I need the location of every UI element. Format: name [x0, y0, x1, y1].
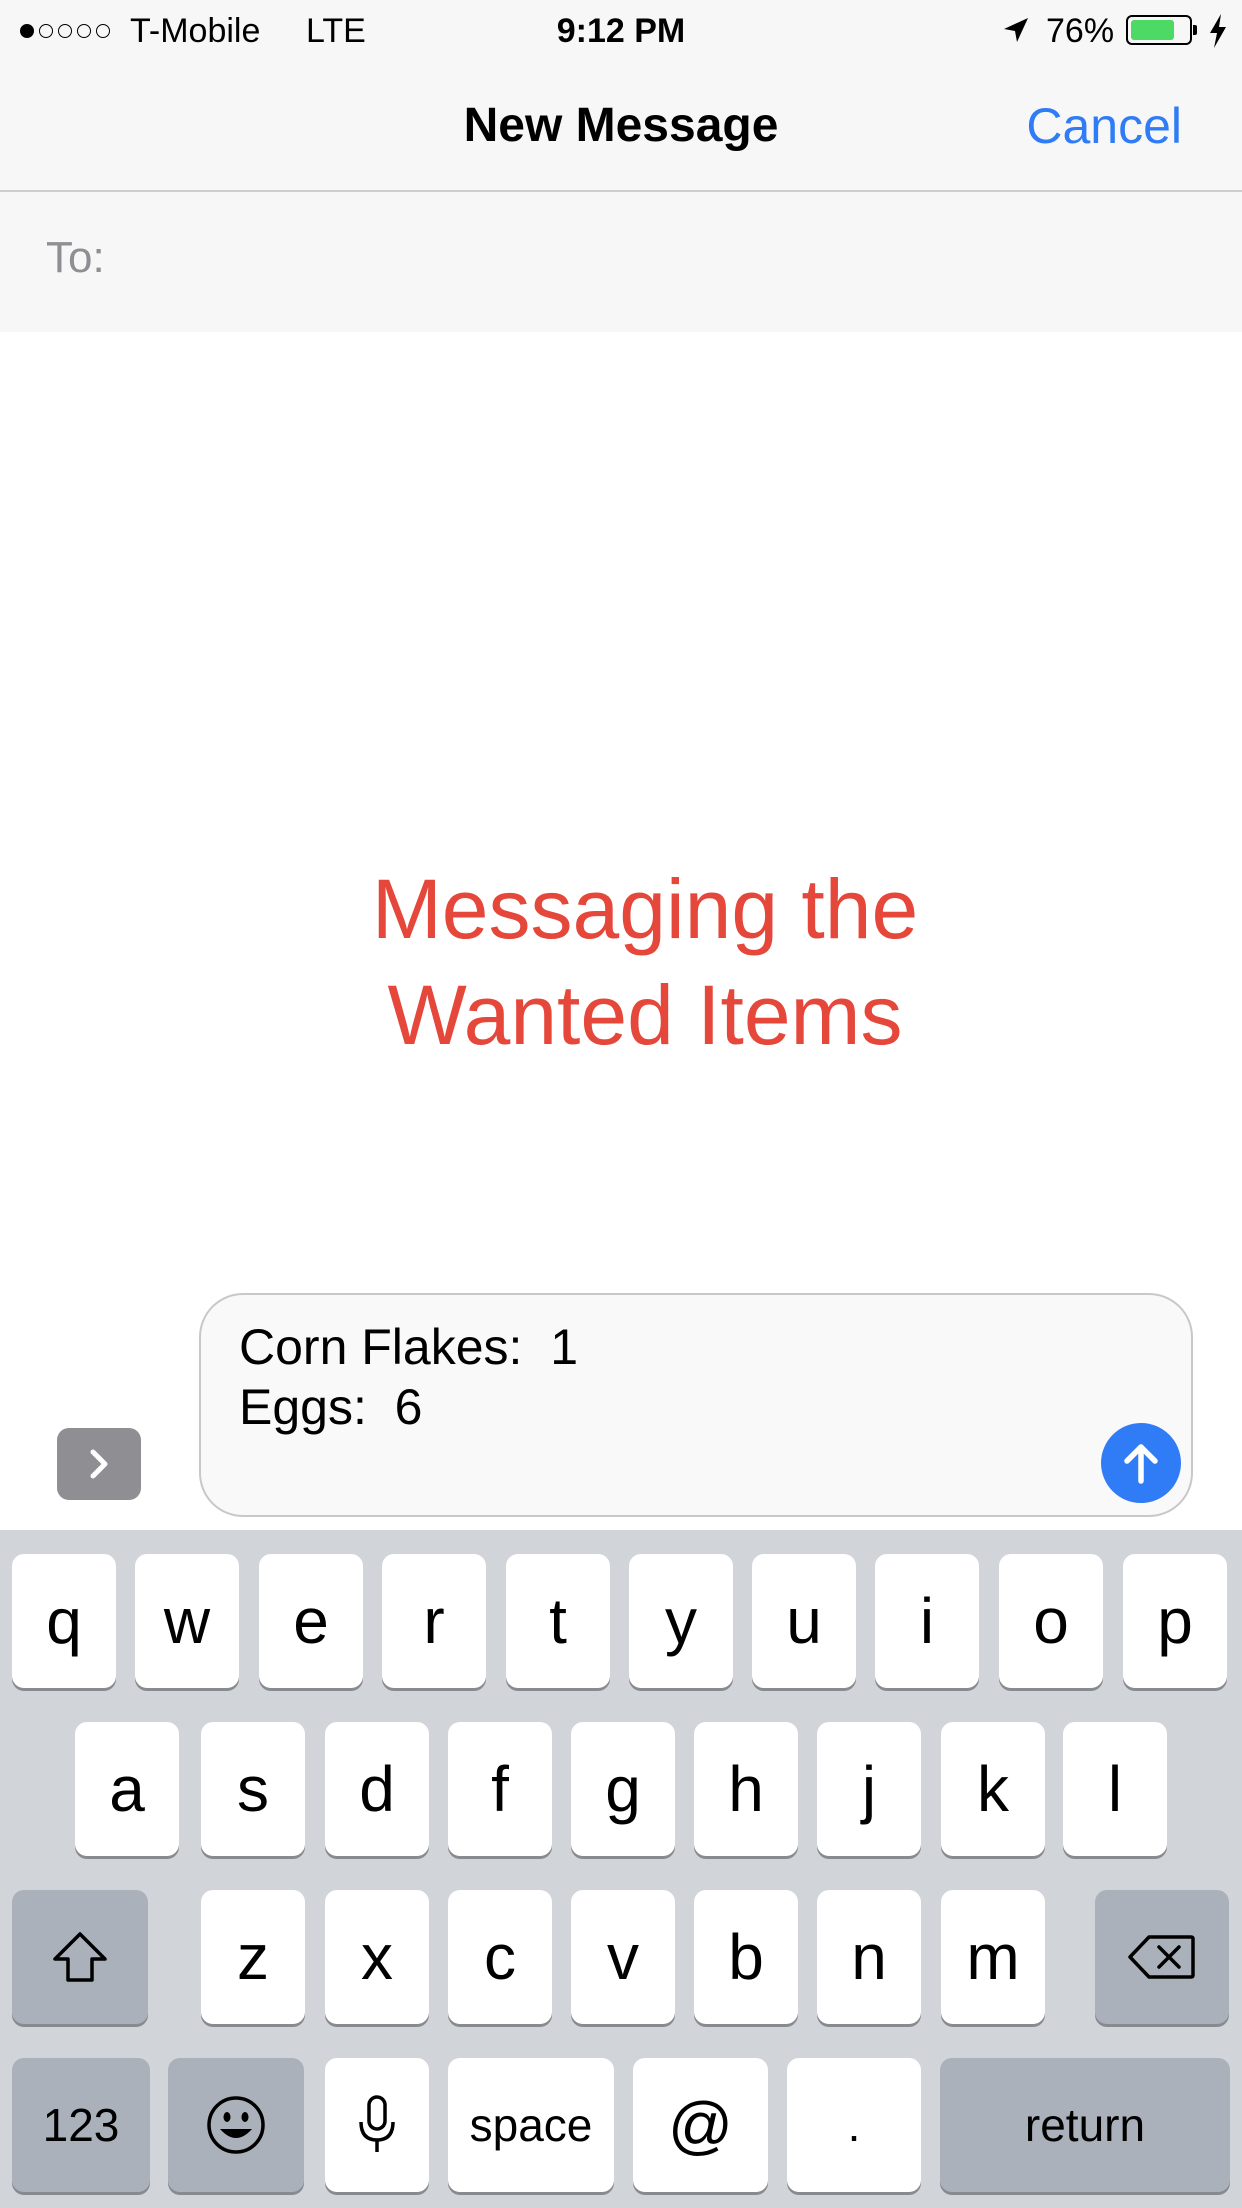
caption-line-1: Messaging the	[371, 862, 919, 956]
dictation-key[interactable]	[325, 2058, 429, 2192]
key-f[interactable]: f	[448, 1722, 552, 1856]
message-text: Corn Flakes: 1 Eggs: 6	[239, 1319, 579, 1435]
chevron-right-icon	[90, 1449, 108, 1479]
emoji-key[interactable]	[168, 2058, 304, 2192]
key-r[interactable]: r	[382, 1554, 486, 1688]
keyboard: q w e r t y u i o p a s d f g h j k l z …	[0, 1530, 1242, 2208]
key-z[interactable]: z	[201, 1890, 305, 2024]
key-m[interactable]: m	[941, 1890, 1045, 2024]
backspace-icon	[1128, 1935, 1195, 1979]
key-j[interactable]: j	[817, 1722, 921, 1856]
key-e[interactable]: e	[259, 1554, 363, 1688]
period-key[interactable]: .	[787, 2058, 921, 2192]
key-d[interactable]: d	[325, 1722, 429, 1856]
key-w[interactable]: w	[135, 1554, 239, 1688]
delete-key[interactable]	[1095, 1890, 1229, 2024]
expand-apps-button[interactable]	[57, 1428, 141, 1500]
navigation-bar: New Message Cancel	[0, 62, 1242, 192]
space-key[interactable]: space	[448, 2058, 614, 2192]
key-u[interactable]: u	[752, 1554, 856, 1688]
cancel-button[interactable]: Cancel	[1026, 98, 1182, 154]
key-o[interactable]: o	[999, 1554, 1103, 1688]
recipient-row: To:	[0, 192, 1242, 489]
key-s[interactable]: s	[201, 1722, 305, 1856]
key-k[interactable]: k	[941, 1722, 1045, 1856]
key-y[interactable]: y	[629, 1554, 733, 1688]
at-key[interactable]: @	[633, 2058, 768, 2192]
key-i[interactable]: i	[875, 1554, 979, 1688]
caption-text: Messaging the Wanted Items	[0, 856, 1242, 1068]
key-b[interactable]: b	[694, 1890, 798, 2024]
key-h[interactable]: h	[694, 1722, 798, 1856]
key-q[interactable]: q	[12, 1554, 116, 1688]
return-key[interactable]: return	[940, 2058, 1230, 2192]
emoji-icon	[207, 2096, 265, 2154]
battery-percentage: 76%	[1046, 12, 1115, 50]
shift-arrow-icon	[53, 1932, 107, 1982]
to-label: To:	[46, 233, 105, 282]
key-v[interactable]: v	[571, 1890, 675, 2024]
key-t[interactable]: t	[506, 1554, 610, 1688]
microphone-icon	[359, 2095, 395, 2152]
battery-icon	[1126, 15, 1197, 45]
status-bar: T-Mobile LTE 9:12 PM 76%	[0, 0, 1242, 62]
recipient-input[interactable]	[140, 222, 1104, 294]
shift-key[interactable]	[12, 1890, 148, 2024]
charging-bolt-icon	[1210, 14, 1226, 48]
key-g[interactable]: g	[571, 1722, 675, 1856]
key-p[interactable]: p	[1123, 1554, 1227, 1688]
numbers-key[interactable]: 123	[12, 2058, 150, 2192]
caption-line-2: Wanted Items	[387, 968, 903, 1062]
key-a[interactable]: a	[75, 1722, 179, 1856]
key-l[interactable]: l	[1063, 1722, 1167, 1856]
key-n[interactable]: n	[817, 1890, 921, 2024]
location-arrow-icon	[1004, 18, 1028, 42]
key-x[interactable]: x	[325, 1890, 429, 2024]
message-input[interactable]: Corn Flakes: 1 Eggs: 6	[199, 1293, 1193, 1517]
arrow-up-icon	[1124, 1444, 1158, 1484]
key-c[interactable]: c	[448, 1890, 552, 2024]
send-button[interactable]	[1101, 1423, 1181, 1503]
